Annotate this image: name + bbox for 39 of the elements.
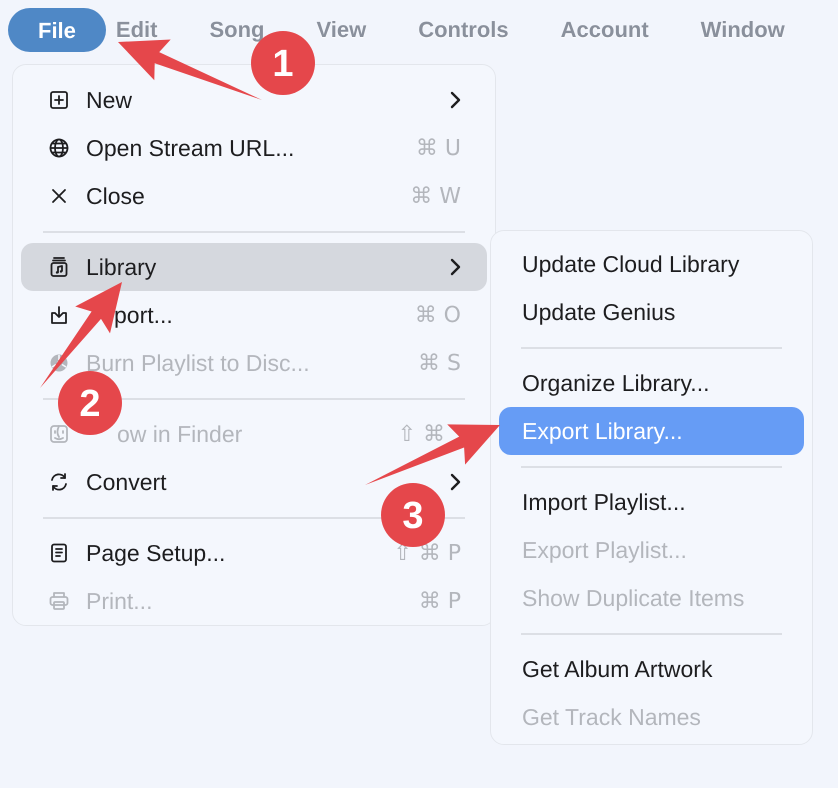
menu-item-label: Organize Library... <box>522 368 710 398</box>
menu-item-label: Page Setup... <box>86 538 226 568</box>
menu-item[interactable]: port... ⌘ O <box>21 291 487 339</box>
menu-item-label: Library <box>86 252 156 282</box>
menu-item-label: port... <box>113 300 173 330</box>
keyboard-shortcut: ⌘ S <box>418 350 461 378</box>
menu-item-label: Get Album Artwork <box>522 654 712 684</box>
menu-bar-item[interactable]: View <box>316 19 366 41</box>
keyboard-shortcut: ⇧ ⌘ <box>398 420 446 448</box>
menu-item-label: Close <box>86 182 145 211</box>
menu-item[interactable]: Close ⌘ W <box>21 172 487 220</box>
menu-item-label: Print... <box>86 586 152 616</box>
menu-item-label: Show Duplicate Items <box>522 584 744 613</box>
keyboard-shortcut: ⌘ W <box>410 182 461 210</box>
menu-bar-item[interactable]: Controls <box>418 19 509 41</box>
menu-item-label: Update Genius <box>522 298 676 327</box>
keyboard-shortcut: ⌘ U <box>416 134 461 162</box>
menu-bar-item[interactable]: Account <box>560 19 649 41</box>
menu-item[interactable]: Update Cloud Library <box>499 240 804 288</box>
menu-bar-item[interactable]: Edit <box>116 19 158 41</box>
menu-item[interactable]: Open Stream URL... ⌘ U <box>21 124 487 172</box>
keyboard-shortcut: ⌘ P <box>418 588 461 616</box>
menu-item[interactable]: Export Library... <box>499 407 804 455</box>
menu-item-label: Export Library... <box>522 416 683 446</box>
menu-item-label: Export Playlist... <box>522 536 687 565</box>
menu-item[interactable]: Organize Library... <box>499 359 804 407</box>
menu-item[interactable]: Update Genius <box>499 288 804 336</box>
menu-item-label: Get Track Names <box>522 702 701 732</box>
menu-item-label: Open Stream URL... <box>86 134 294 163</box>
menu-item-label: Convert <box>86 468 167 497</box>
menu-bar-item[interactable]: File <box>8 8 106 52</box>
menu-item-label: New <box>86 86 132 115</box>
menu-item[interactable]: Get Album Artwork <box>499 645 804 693</box>
keyboard-shortcut: ⌘ O <box>414 302 461 330</box>
menu-item-label: Update Cloud Library <box>522 250 740 279</box>
menu-bar-item[interactable]: Window <box>700 19 785 41</box>
menu-item-label: Import Playlist... <box>522 488 686 517</box>
menu-item[interactable]: Import Playlist... <box>499 478 804 526</box>
menu-item[interactable]: Library <box>21 243 487 291</box>
